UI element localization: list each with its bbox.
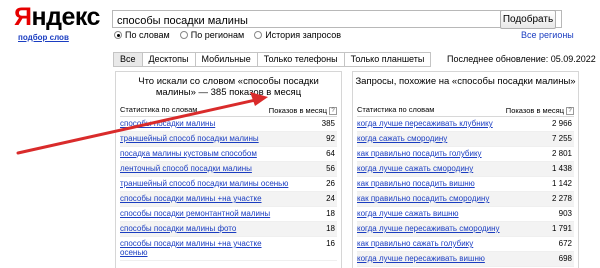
help-icon[interactable]: ? [566,106,574,115]
table-row: способы посадки малины 385 [120,117,337,132]
impressions-count: 18 [326,209,335,218]
table-row: как правильно посадить вишню 1 142 [357,177,574,192]
table-row: посадка малины кустовым способом 64 [120,147,337,162]
keyword-link[interactable]: способы посадки ремонтантной малины [120,209,290,218]
searched-with-panel: Что искали со словом «способы посадки ма… [115,71,342,268]
impressions-count: 2 801 [551,149,572,158]
keyword-link[interactable]: когда лучше пересаживать вишню [357,254,527,263]
impressions-count: 672 [558,239,572,248]
radio-by-regions[interactable]: По регионам [179,30,245,40]
column-count-label: Показов в месяц [268,106,327,115]
table-row: когда лучше сажать смородину 1 438 [357,162,574,177]
keyword-link[interactable]: когда сажать смородину [357,134,527,143]
table-row: траншейный способ посадки малины 92 [120,132,337,147]
table-row: как правильно посадить смородину 2 278 [357,192,574,207]
table-row: когда сажать смородину 7 255 [357,132,574,147]
impressions-count: 2 966 [551,119,572,128]
keyword-link[interactable]: посадка малины кустовым способом [120,149,290,158]
radio-by-words[interactable]: По словам [114,30,170,40]
impressions-count: 1 791 [551,224,572,233]
radio-history[interactable]: История запросов [254,30,341,40]
table-row: траншейный способ посадки малины осенью 2… [120,177,337,192]
last-update-text: Последнее обновление: 05.09.2022 [447,54,596,64]
column-count-header: Показов в месяц? [269,105,337,116]
radio-by-regions-label: По регионам [190,30,245,40]
keyword-link[interactable]: способы посадки малины +на участке [120,194,290,203]
column-keyword-header: Статистика по словам [120,105,198,114]
keyword-link[interactable]: когда лучше пересаживать клубнику [357,119,527,128]
similar-queries-header: Статистика по словам Показов в месяц? [357,105,574,117]
impressions-count: 26 [326,179,335,188]
table-row: когда лучше сажать вишню 903 [357,207,574,222]
table-row: способы посадки ремонтантной малины 18 [120,207,337,222]
table-row: как правильно сажать голубику 672 [357,237,574,252]
searched-with-header: Статистика по словам Показов в месяц? [120,105,337,117]
radio-by-words-dot[interactable] [114,31,122,39]
help-icon[interactable]: ? [329,106,337,115]
impressions-count: 16 [326,239,335,248]
table-row: ленточный способ посадки малины 56 [120,162,337,177]
impressions-count: 385 [321,119,335,128]
search-mode-radios: По словам По регионам История запросов [114,30,341,40]
keyword-link[interactable]: траншейный способ посадки малины осенью [120,179,290,188]
keyword-link[interactable]: траншейный способ посадки малины [120,134,290,143]
radio-history-label: История запросов [265,30,341,40]
table-row: способы посадки малины фото 18 [120,222,337,237]
keyword-link[interactable]: способы посадки малины фото [120,224,290,233]
tab-desktops[interactable]: Десктопы [141,52,196,67]
keyword-link[interactable]: когда лучше сажать смородину [357,164,527,173]
tab-mobile[interactable]: Мобильные [194,52,258,67]
tab-phones-only[interactable]: Только телефоны [256,52,345,67]
table-row: способы посадки малины +на участке осень… [120,237,337,261]
radio-by-regions-dot[interactable] [179,31,188,39]
radio-by-words-label: По словам [125,30,170,40]
tab-all[interactable]: Все [113,52,143,67]
keyword-link[interactable]: способы посадки малины +на участке осень… [120,239,290,257]
keyword-link[interactable]: способы посадки малины [120,119,290,128]
impressions-count: 7 255 [551,134,572,143]
search-bar: ✕ [112,10,562,29]
searched-with-rows: способы посадки малины 385 траншейный спос… [120,117,337,261]
impressions-count: 1 438 [551,164,572,173]
column-count-label: Показов в месяц [505,106,564,115]
impressions-count: 64 [326,149,335,158]
table-row: когда лучше пересаживать вишню 698 [357,252,574,267]
impressions-count: 903 [558,209,572,218]
logo-subtitle-link[interactable]: подбор слов [18,33,69,42]
column-count-header: Показов в месяц? [506,105,574,116]
impressions-count: 698 [558,254,572,263]
keyword-link[interactable]: как правильно посадить голубику [357,149,527,158]
device-tabs: Все Десктопы Мобильные Только телефоны Т… [113,52,432,67]
similar-queries-rows: когда лучше пересаживать клубнику 2 966 ко… [357,117,574,267]
keyword-link[interactable]: ленточный способ посадки малины [120,164,290,173]
impressions-count: 2 278 [551,194,572,203]
impressions-count: 1 142 [551,179,572,188]
keyword-link[interactable]: как правильно посадить вишню [357,179,527,188]
all-regions-link[interactable]: Все регионы [521,30,574,40]
keyword-link[interactable]: как правильно посадить смородину [357,194,527,203]
impressions-count: 18 [326,224,335,233]
radio-history-dot[interactable] [254,31,263,39]
search-input[interactable] [113,13,493,29]
table-row: когда лучше пересаживать смородину 1 791 [357,222,574,237]
searched-with-title: Что искали со словом «способы посадки ма… [138,76,319,98]
logo-text: ндекс [31,3,100,31]
impressions-count: 56 [326,164,335,173]
table-row: как правильно посадить голубику 2 801 [357,147,574,162]
keyword-link[interactable]: как правильно сажать голубику [357,239,527,248]
yandex-logo[interactable]: Яндекс [14,4,100,30]
similar-queries-title: Запросы, похожие на «способы посадки мал… [355,76,576,87]
impressions-count: 92 [326,134,335,143]
keyword-link[interactable]: когда лучше сажать вишню [357,209,527,218]
impressions-count: 24 [326,194,335,203]
pick-button[interactable]: Подобрать [500,10,556,29]
similar-queries-panel: Запросы, похожие на «способы посадки мал… [352,71,579,268]
logo-letter: Я [14,3,32,31]
tab-tablets-only[interactable]: Только планшеты [343,52,432,67]
table-row: способы посадки малины +на участке 24 [120,192,337,207]
column-keyword-header: Статистика по словам [357,105,435,114]
keyword-link[interactable]: когда лучше пересаживать смородину [357,224,527,233]
table-row: когда лучше пересаживать клубнику 2 966 [357,117,574,132]
